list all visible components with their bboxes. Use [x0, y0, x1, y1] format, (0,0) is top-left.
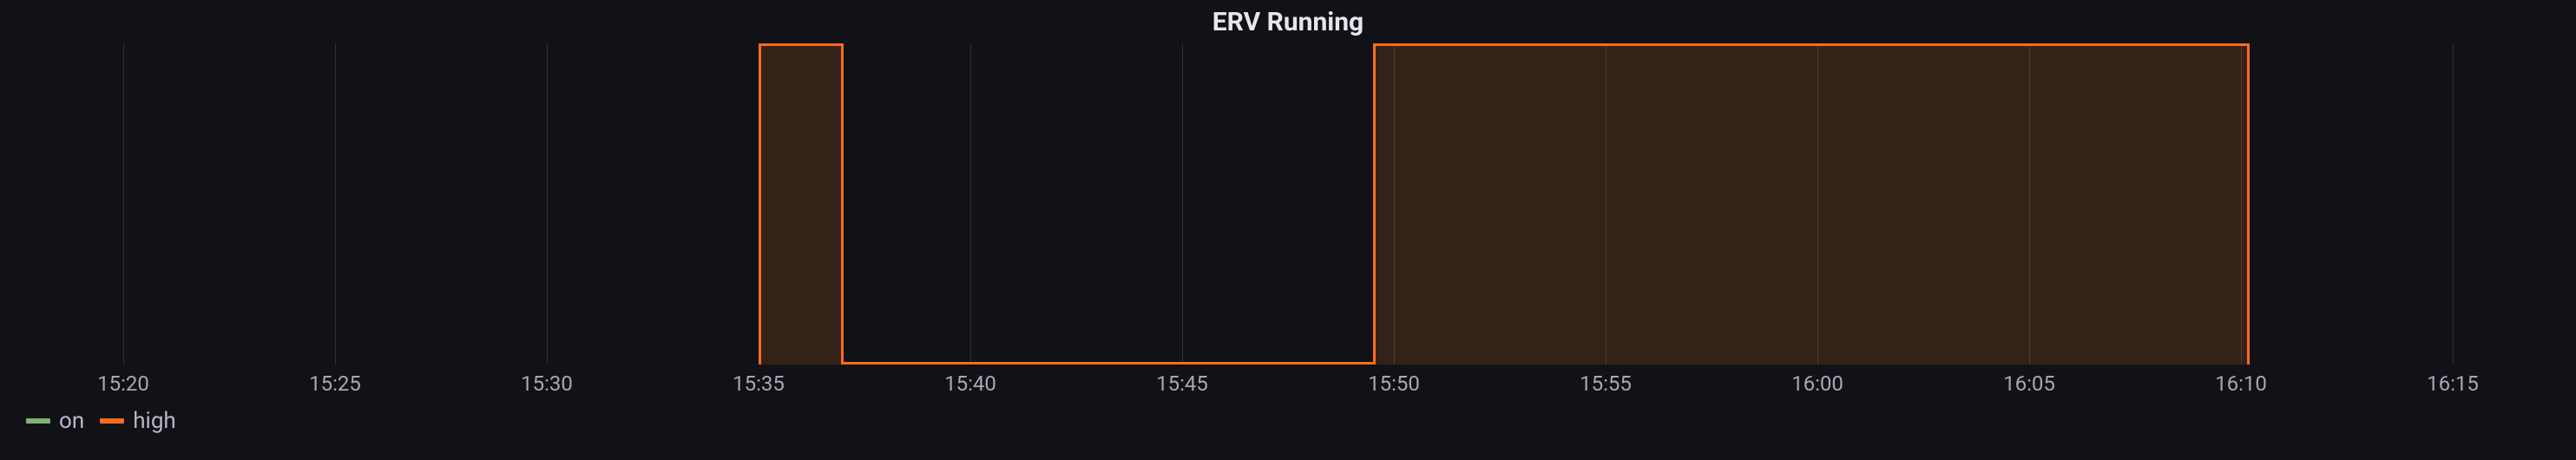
x-tick-label: 15:50 — [1368, 371, 1420, 396]
series-high-fill — [759, 43, 844, 365]
legend-label: on — [59, 408, 84, 434]
series-high-stroke — [1373, 43, 1376, 365]
chart-title: ERV Running — [0, 7, 2576, 37]
series-high-stroke — [841, 43, 844, 365]
series-high-stroke — [2247, 43, 2250, 365]
x-tick-label: 15:20 — [97, 371, 149, 396]
legend-item-on[interactable]: on — [26, 408, 84, 434]
x-tick-label: 16:15 — [2427, 371, 2479, 396]
gridline — [547, 43, 548, 365]
series-high-stroke — [844, 362, 1373, 365]
series-high-stroke — [759, 43, 761, 365]
x-tick-label: 15:35 — [733, 371, 785, 396]
legend-item-high[interactable]: high — [100, 408, 176, 434]
x-tick-label: 15:45 — [1156, 371, 1208, 396]
x-tick-label: 15:25 — [309, 371, 361, 396]
gridline — [123, 43, 124, 365]
chart-panel: ERV Running 15:20 15:25 15:30 15:35 15:4… — [0, 0, 2576, 460]
legend-swatch-high — [100, 418, 124, 424]
chart-legend: on high — [26, 408, 176, 434]
gridline — [1182, 43, 1183, 365]
gridline — [335, 43, 336, 365]
x-tick-label: 16:10 — [2215, 371, 2267, 396]
x-tick-label: 15:55 — [1580, 371, 1632, 396]
gridline — [970, 43, 971, 365]
plot-area[interactable] — [17, 43, 2559, 365]
series-high-fill — [1373, 43, 2250, 365]
legend-label: high — [133, 408, 176, 434]
series-high-stroke — [1373, 43, 2250, 46]
x-tick-label: 15:40 — [944, 371, 996, 396]
x-tick-label: 15:30 — [521, 371, 573, 396]
x-tick-label: 16:00 — [1791, 371, 1843, 396]
gridline — [2453, 43, 2454, 365]
legend-swatch-on — [26, 418, 50, 424]
x-tick-label: 16:05 — [2003, 371, 2055, 396]
series-high-stroke — [759, 43, 844, 46]
